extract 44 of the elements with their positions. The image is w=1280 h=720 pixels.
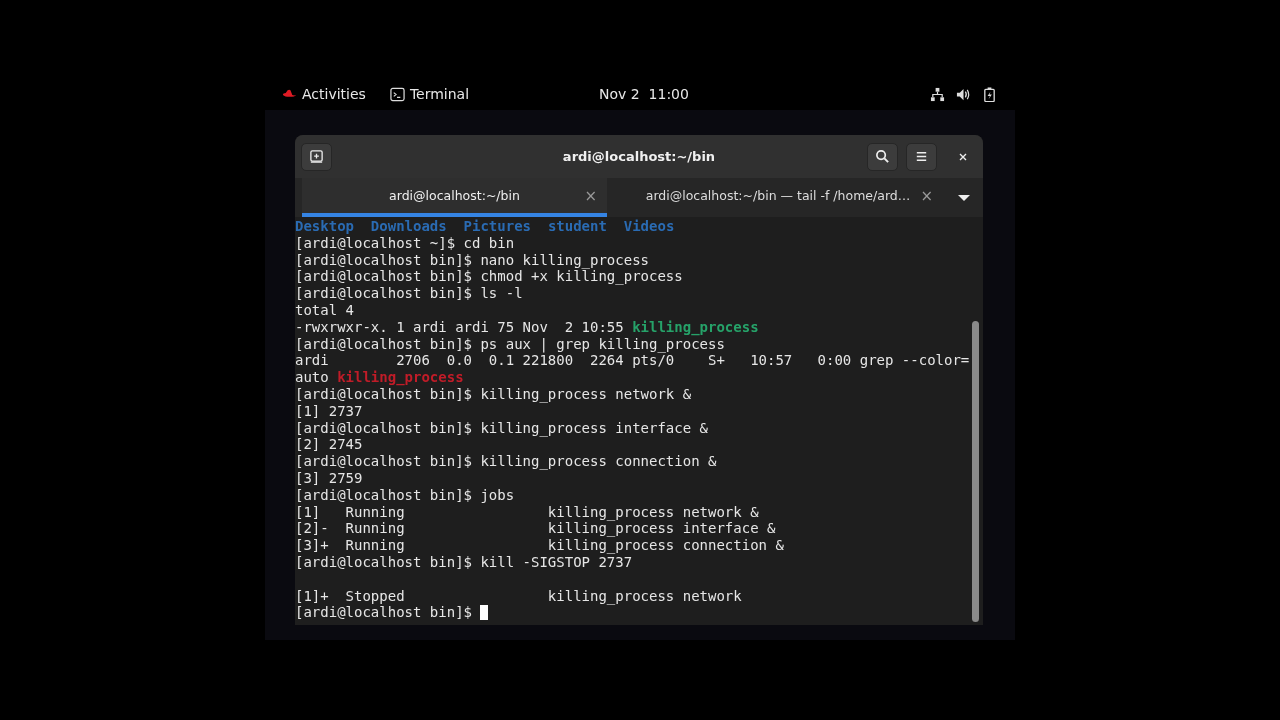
clock[interactable]: Nov 2 11:00 <box>599 86 689 102</box>
search-button[interactable] <box>867 142 898 171</box>
terminal-line: total 4 <box>295 302 355 319</box>
terminal-line: [ardi@localhost bin]$ ps aux | grep killing_process <box>295 335 725 353</box>
menu-icon <box>914 149 929 164</box>
window-title: ardi@localhost:~/bin <box>562 149 716 164</box>
tab-close-button[interactable]: × <box>920 186 933 205</box>
terminal-line: [ardi@localhost bin]$ killing_process interface & <box>295 419 709 437</box>
terminal-line: [3]+ Running killing_process connection & <box>295 537 785 554</box>
caret-icon[interactable] <box>958 193 970 202</box>
volume-icon[interactable] <box>956 86 971 102</box>
menu-button[interactable] <box>906 142 937 171</box>
terminal-line: [ardi@localhost bin]$ killing_process connection & <box>295 453 718 470</box>
terminal-line: [ardi@localhost bin]$ killing_process network & <box>295 385 693 403</box>
terminal-icon <box>389 86 405 102</box>
terminal-line: [ardi@localhost bin]$ ls -l <box>295 285 524 302</box>
terminal-line: -rwxrwxr-x. 1 ardi ardi 75 Nov 2 10:55 killing_process <box>295 318 760 336</box>
activities-button[interactable]: Activities <box>282 86 366 102</box>
battery-icon[interactable] <box>982 86 997 102</box>
terminal-line: [ardi@localhost bin]$ nano killing_process <box>295 251 650 269</box>
network-icon[interactable] <box>930 86 945 102</box>
search-icon <box>875 149 890 164</box>
terminal-line: [ardi@localhost bin]$ jobs <box>295 486 516 504</box>
terminal-line: auto killing_process <box>295 369 465 386</box>
app-menu-button[interactable]: Terminal <box>389 86 470 102</box>
terminal-line: [1] Running killing_process network & <box>295 503 760 521</box>
terminal-line: Desktop Downloads Pictures student Videos <box>295 218 676 235</box>
terminal-line: [ardi@localhost ~]$ cd bin <box>295 234 516 252</box>
terminal-line: [1]+ Stopped killing_process network <box>295 587 743 605</box>
terminal-line: [3] 2759 <box>295 469 364 487</box>
tab[interactable]: ardi@localhost:~/bin × <box>302 178 607 217</box>
tab[interactable]: ardi@localhost:~/bin — tail -f /home/ard… × <box>613 178 943 217</box>
new-tab-icon <box>309 149 324 164</box>
terminal-line: ardi 2706 0.0 0.1 221800 2264 pts/0 S+ 10:57 0:00 grep --color= <box>295 352 970 370</box>
terminal-line: [ardi@localhost bin]$ <box>295 604 970 622</box>
terminal-line: [ardi@localhost bin]$ kill -SIGSTOP 2737 <box>295 553 633 571</box>
new-tab-button[interactable] <box>301 142 332 171</box>
scrollbar[interactable] <box>972 321 979 622</box>
terminal-line: [1] 2737 <box>295 402 364 420</box>
terminal-line: [ardi@localhost bin]$ chmod +x killing_process <box>295 268 684 286</box>
terminal-line: [2] 2745 <box>295 436 364 454</box>
hat-icon <box>282 89 297 99</box>
tab-close-button[interactable]: × <box>584 186 597 205</box>
terminal-line: [2]- Running killing_process interface & <box>295 520 777 538</box>
